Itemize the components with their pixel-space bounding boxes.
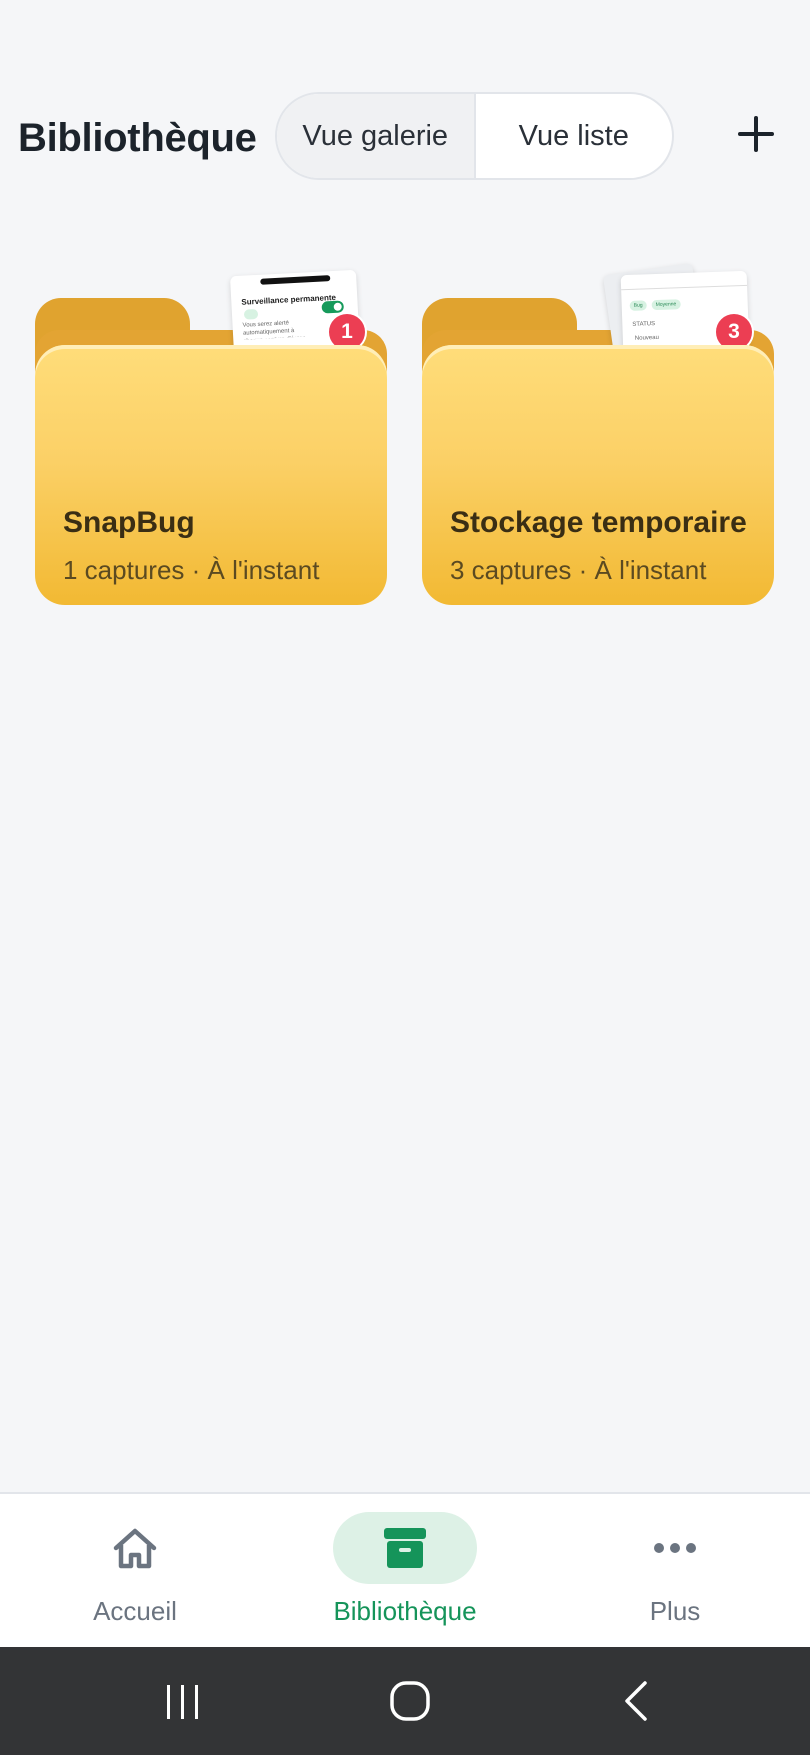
archive-box-icon xyxy=(384,1528,426,1568)
nav-label: Plus xyxy=(649,1596,701,1626)
back-button[interactable] xyxy=(607,1677,667,1727)
folder-card-snapbug[interactable]: Surveillance permanente Vous serez alert… xyxy=(35,265,387,605)
recent-apps-button[interactable] xyxy=(153,1677,213,1727)
nav-item-plus[interactable]: Plus xyxy=(540,1494,810,1649)
bottom-nav: Accueil Bibliothèque Plus xyxy=(0,1492,810,1647)
nav-item-accueil[interactable]: Accueil xyxy=(0,1494,270,1649)
preview-chip-priority: Moyenne xyxy=(651,299,681,311)
folder-meta: 3 captures · À l'instant xyxy=(450,555,707,585)
nav-item-bibliotheque[interactable]: Bibliothèque xyxy=(270,1494,540,1649)
header: Bibliothèque Vue galerie Vue liste xyxy=(0,90,810,182)
preview-text: Vous serez alerté automatiquement à chaq… xyxy=(242,320,307,340)
view-list-tab[interactable]: Vue liste xyxy=(476,94,673,178)
more-dots-icon xyxy=(654,1543,696,1553)
add-folder-button[interactable] xyxy=(734,112,778,156)
system-nav-bar xyxy=(0,1647,810,1755)
recent-apps-icon xyxy=(167,1685,198,1719)
preview-chip xyxy=(243,308,259,320)
folder-name: Stockage temporaire xyxy=(450,506,747,539)
page-title: Bibliothèque xyxy=(18,116,257,160)
preview-label: STATUS xyxy=(632,321,656,328)
home-icon xyxy=(113,1528,157,1569)
folder-meta: 1 captures · À l'instant xyxy=(63,555,320,585)
view-gallery-tab[interactable]: Vue galerie xyxy=(277,94,476,178)
preview-chip-bug: Bug xyxy=(629,300,647,311)
view-toggle: Vue galerie Vue liste xyxy=(275,92,674,180)
preview-value: Nouveau xyxy=(634,334,659,342)
nav-label: Accueil xyxy=(93,1596,177,1626)
nav-label: Bibliothèque xyxy=(333,1596,477,1626)
home-circle-icon xyxy=(390,1681,430,1721)
back-chevron-icon xyxy=(625,1681,647,1721)
home-button[interactable] xyxy=(380,1677,440,1727)
folder-name: SnapBug xyxy=(63,506,195,539)
folder-card-stockage-temporaire[interactable]: Bug Moyenne STATUS Nouveau 3 Stockage te… xyxy=(422,263,774,605)
preview-toggle xyxy=(321,300,345,314)
